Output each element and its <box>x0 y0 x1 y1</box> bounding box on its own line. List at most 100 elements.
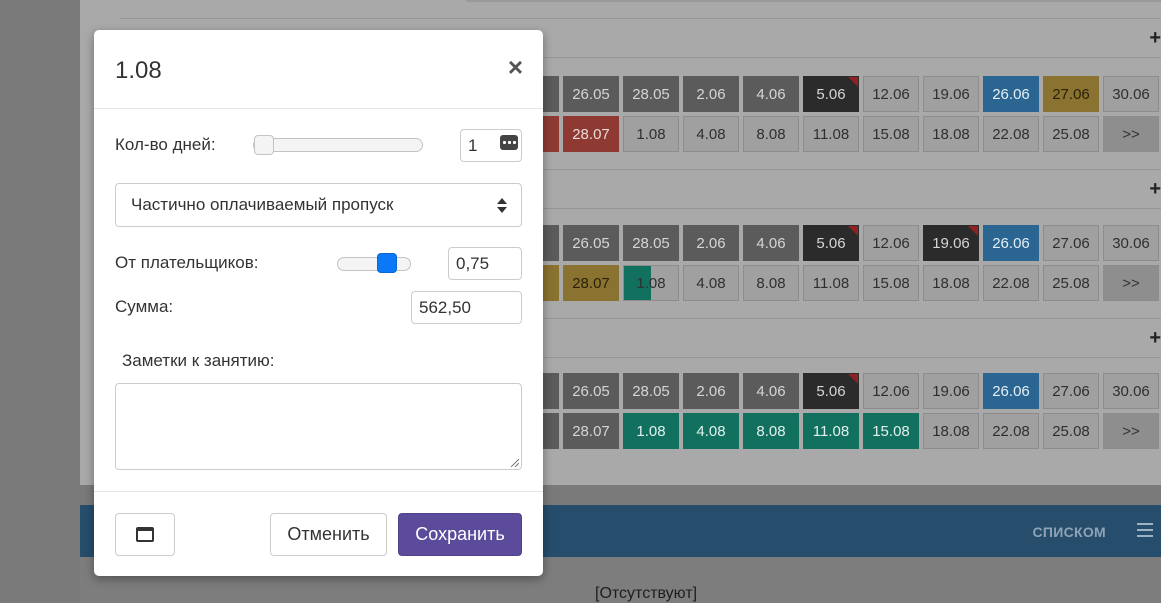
lesson-date-label: 18.08 <box>932 422 970 440</box>
lesson-date-cell[interactable]: 26.06 <box>983 373 1039 409</box>
lesson-date-cell[interactable]: 2.06 <box>683 225 739 261</box>
lesson-date-cell[interactable]: 19.06 <box>923 373 979 409</box>
expand-plus-icon[interactable]: + <box>1149 178 1161 201</box>
absence-type-select[interactable]: Частично оплачиваемый пропуск <box>115 183 522 227</box>
lesson-date-cell[interactable]: 22.08 <box>983 265 1039 301</box>
days-input[interactable]: 1 <box>460 129 522 162</box>
lesson-date-cell[interactable]: 5.06 <box>803 373 859 409</box>
lesson-date-label: 4.06 <box>756 382 786 400</box>
lesson-date-cell[interactable]: 1.08 <box>623 116 679 152</box>
lesson-date-cell[interactable]: 18.08 <box>923 413 979 449</box>
lesson-date-label: 25.08 <box>1052 125 1090 143</box>
lesson-date-cell[interactable]: 4.06 <box>743 225 799 261</box>
lesson-date-cell[interactable]: 4.08 <box>683 413 739 449</box>
lesson-date-label: 22.08 <box>992 274 1030 292</box>
lesson-date-label: 5.06 <box>816 85 846 103</box>
lesson-date-cell[interactable]: 15.08 <box>863 116 919 152</box>
lesson-date-label: 27.06 <box>1052 234 1090 252</box>
lesson-date-cell[interactable]: 2.06 <box>683 373 739 409</box>
lesson-date-cell[interactable]: 12.06 <box>863 373 919 409</box>
lesson-date-cell[interactable]: 26.06 <box>983 76 1039 112</box>
lesson-date-cell[interactable]: 15.08 <box>863 265 919 301</box>
lesson-date-cell[interactable]: 26.06 <box>983 225 1039 261</box>
lesson-date-cell[interactable]: 4.08 <box>683 265 739 301</box>
lesson-date-cell[interactable]: 8.08 <box>743 265 799 301</box>
lesson-date-cell[interactable]: 28.07 <box>563 116 619 152</box>
lesson-date-cell[interactable]: >> <box>1103 116 1159 152</box>
lesson-date-cell[interactable]: 27.06 <box>1043 225 1099 261</box>
lesson-date-cell[interactable]: 25.08 <box>1043 413 1099 449</box>
lesson-date-cell[interactable]: 26.05 <box>563 373 619 409</box>
lesson-date-cell[interactable]: 22.08 <box>983 413 1039 449</box>
days-slider-knob[interactable] <box>254 135 274 155</box>
lesson-date-label: 12.06 <box>872 234 910 252</box>
resize-grip-icon[interactable] <box>510 458 519 467</box>
lesson-date-cell[interactable]: 25.08 <box>1043 116 1099 152</box>
sum-value: 562,50 <box>419 297 471 317</box>
lesson-date-cell[interactable]: 28.05 <box>623 373 679 409</box>
lesson-date-cell[interactable]: 28.05 <box>623 76 679 112</box>
lesson-date-cell[interactable]: 5.06 <box>803 225 859 261</box>
save-button[interactable]: Сохранить <box>398 513 522 556</box>
lesson-date-cell[interactable]: 1.08 <box>623 265 679 301</box>
expand-plus-icon[interactable]: + <box>1149 327 1161 350</box>
lesson-date-cell[interactable]: 27.06 <box>1043 76 1099 112</box>
lesson-date-cell[interactable]: 4.06 <box>743 373 799 409</box>
lesson-date-label: 30.06 <box>1112 382 1150 400</box>
lesson-date-cell[interactable]: 5.06 <box>803 76 859 112</box>
sum-input[interactable]: 562,50 <box>411 291 522 324</box>
lesson-date-cell[interactable]: 28.07 <box>563 413 619 449</box>
lesson-date-cell[interactable]: >> <box>1103 265 1159 301</box>
lesson-date-cell[interactable]: 22.08 <box>983 116 1039 152</box>
lesson-date-cell[interactable]: 30.06 <box>1103 373 1159 409</box>
payers-input[interactable]: 0,75 <box>448 247 522 280</box>
lesson-date-cell[interactable]: 2.06 <box>683 76 739 112</box>
lesson-date-cell[interactable]: 11.08 <box>803 116 859 152</box>
lesson-date-cell[interactable]: 26.05 <box>563 225 619 261</box>
lesson-date-cell[interactable]: 8.08 <box>743 413 799 449</box>
lesson-date-label: 8.08 <box>756 274 786 292</box>
lesson-date-cell[interactable]: 1.08 <box>623 413 679 449</box>
lesson-date-cell[interactable]: 30.06 <box>1103 225 1159 261</box>
lesson-date-cell[interactable]: >> <box>1103 413 1159 449</box>
lesson-date-cell[interactable]: 4.08 <box>683 116 739 152</box>
lesson-date-label: 26.06 <box>992 85 1030 103</box>
expand-plus-icon[interactable]: + <box>1149 27 1161 50</box>
lesson-date-cell[interactable]: 25.08 <box>1043 265 1099 301</box>
lesson-date-cell[interactable]: 26.05 <box>563 76 619 112</box>
lesson-date-label: 26.05 <box>572 234 610 252</box>
payers-slider[interactable] <box>337 257 411 271</box>
lesson-date-cell[interactable]: 28.07 <box>563 265 619 301</box>
modal-header: 1.08 × <box>94 30 543 109</box>
lesson-date-cell[interactable]: 15.08 <box>863 413 919 449</box>
cancel-button[interactable]: Отменить <box>270 513 387 556</box>
close-icon[interactable]: × <box>508 54 523 80</box>
list-view-button[interactable]: СПИСКОМ <box>1032 524 1106 540</box>
hamburger-menu-icon[interactable] <box>1137 523 1153 537</box>
spinner-icon[interactable] <box>500 135 518 150</box>
lesson-date-cell[interactable]: 8.08 <box>743 116 799 152</box>
payers-slider-knob[interactable] <box>377 253 397 273</box>
lesson-date-cell[interactable]: 12.06 <box>863 76 919 112</box>
lesson-date-cell[interactable]: 19.06 <box>923 225 979 261</box>
lesson-date-cell[interactable]: 12.06 <box>863 225 919 261</box>
lesson-date-cell[interactable]: 18.08 <box>923 116 979 152</box>
lesson-date-label: 18.08 <box>932 274 970 292</box>
lesson-date-cell[interactable]: 11.08 <box>803 413 859 449</box>
lesson-date-cell[interactable]: 27.06 <box>1043 373 1099 409</box>
lesson-date-cell[interactable]: 28.05 <box>623 225 679 261</box>
corner-marker-icon <box>848 77 858 87</box>
notes-textarea[interactable] <box>115 383 522 470</box>
lesson-date-label: 26.05 <box>572 382 610 400</box>
window-button[interactable] <box>115 513 175 556</box>
lesson-date-cell[interactable]: 4.06 <box>743 76 799 112</box>
lesson-date-cell[interactable]: 30.06 <box>1103 76 1159 112</box>
lesson-date-cell[interactable]: 11.08 <box>803 265 859 301</box>
days-slider[interactable] <box>253 138 423 152</box>
corner-marker-icon <box>848 374 858 384</box>
lesson-date-label: 15.08 <box>872 274 910 292</box>
lesson-date-cell[interactable]: 19.06 <box>923 76 979 112</box>
lesson-date-label: 2.06 <box>696 85 726 103</box>
lesson-date-cell[interactable]: 18.08 <box>923 265 979 301</box>
lesson-date-label: 28.05 <box>632 382 670 400</box>
